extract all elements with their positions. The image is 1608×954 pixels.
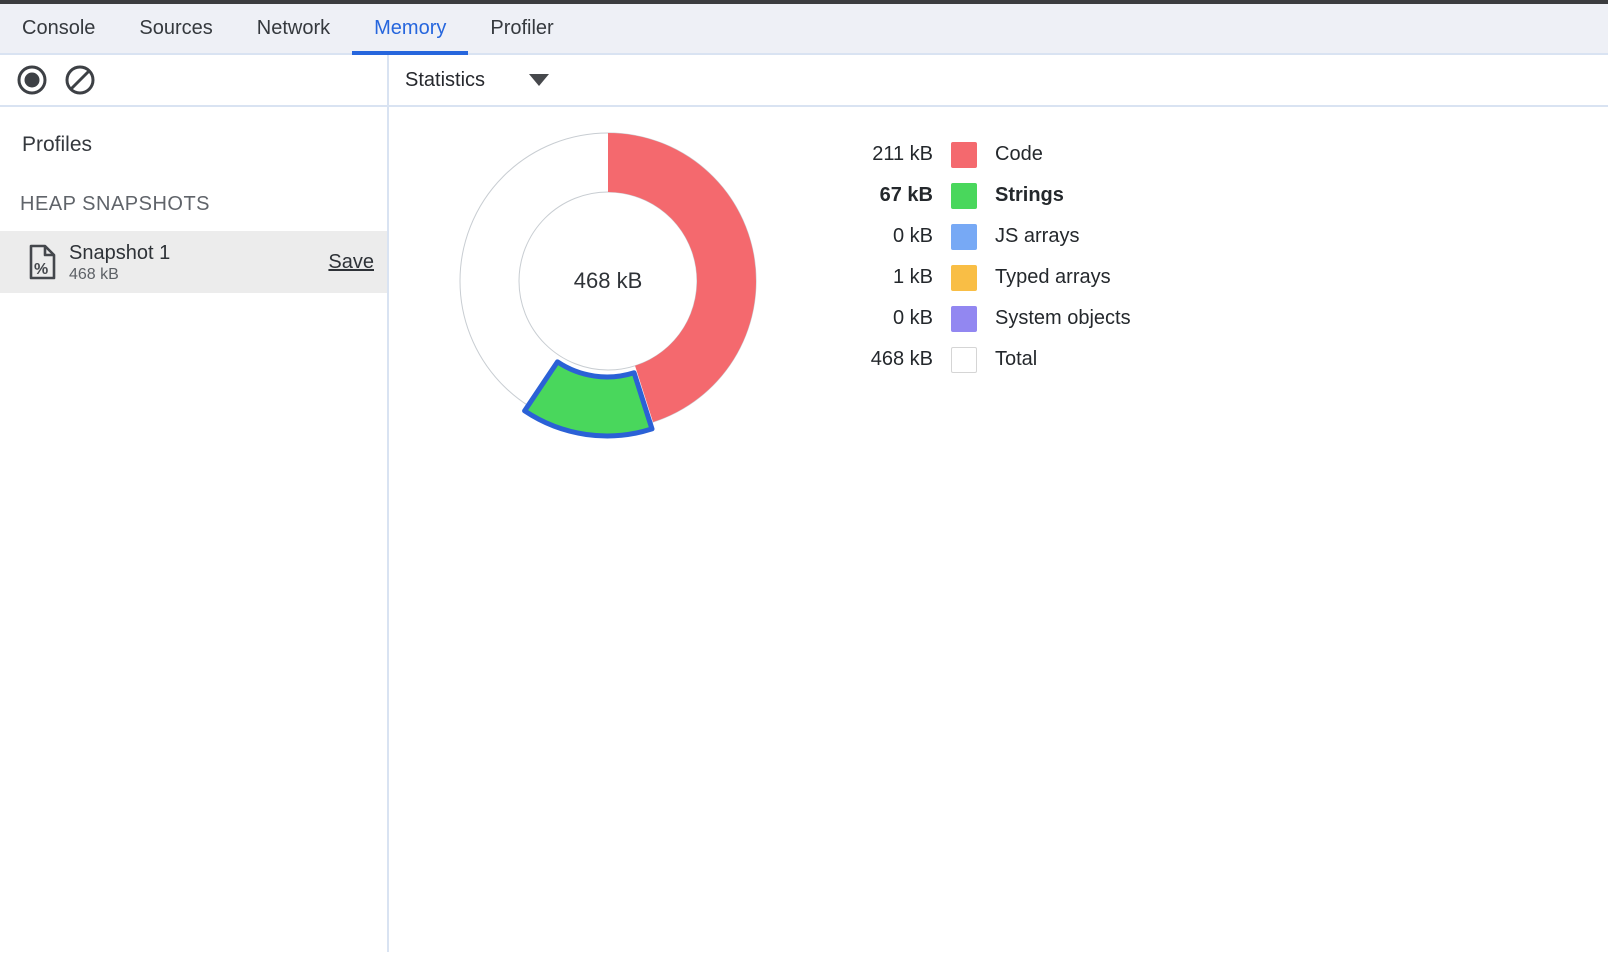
legend-swatch-code [951,142,977,168]
tab-network[interactable]: Network [235,4,352,53]
legend-label-total: Total [995,348,1037,371]
legend-value-system-objects: 0 kB [853,307,933,330]
perspective-select[interactable]: Statistics [405,69,549,92]
statistics-panel: 468 kB 211 kB Code 67 kB Strings 0 kB JS arra… [389,107,1608,952]
legend-label-typed-arrays: Typed arrays [995,266,1111,289]
sidebar: Profiles HEAP SNAPSHOTS % Snapshot 1 468… [0,107,389,952]
legend-value-total: 468 kB [853,348,933,371]
devtools-tab-bar: Console Sources Network Memory Profiler [0,4,1608,55]
legend-row-typed-arrays[interactable]: 1 kB Typed arrays [853,257,1131,298]
legend-label-code: Code [995,143,1043,166]
legend-value-code: 211 kB [853,143,933,166]
legend-label-strings: Strings [995,184,1064,207]
snapshot-title: Snapshot 1 [69,241,170,265]
tab-profiler[interactable]: Profiler [468,4,575,53]
legend-value-typed-arrays: 1 kB [853,266,933,289]
donut-center-total: 468 kB [574,268,643,293]
pie-slice-strings[interactable] [525,362,652,436]
legend-row-code[interactable]: 211 kB Code [853,134,1131,175]
view-toolbar: Statistics [389,55,1608,105]
legend-row-total[interactable]: 468 kB Total [853,339,1131,380]
clear-icon [63,63,97,97]
legend-swatch-typed-arrays [951,265,977,291]
legend-swatch-js-arrays [951,224,977,250]
heap-snapshots-section-heading: HEAP SNAPSHOTS [20,193,387,216]
heap-snapshot-file-icon: % [27,243,57,281]
snapshot-size: 468 kB [69,265,170,284]
tab-console[interactable]: Console [0,4,117,53]
perspective-select-value: Statistics [405,69,485,92]
heap-statistics-donut-chart: 468 kB [443,116,773,446]
legend-swatch-strings [951,183,977,209]
save-snapshot-link[interactable]: Save [328,251,374,274]
legend-value-js-arrays: 0 kB [853,225,933,248]
legend-swatch-total [951,347,977,373]
chart-legend: 211 kB Code 67 kB Strings 0 kB JS arrays 1 kB T… [853,134,1131,380]
legend-swatch-system-objects [951,306,977,332]
legend-label-js-arrays: JS arrays [995,225,1079,248]
legend-row-system-objects[interactable]: 0 kB System objects [853,298,1131,339]
tab-sources[interactable]: Sources [117,4,234,53]
legend-row-strings[interactable]: 67 kB Strings [853,175,1131,216]
chevron-down-icon [529,74,549,86]
legend-label-system-objects: System objects [995,307,1131,330]
legend-value-strings: 67 kB [853,184,933,207]
legend-row-js-arrays[interactable]: 0 kB JS arrays [853,216,1131,257]
record-heap-snapshot-button[interactable] [15,63,49,97]
record-icon [15,63,49,97]
svg-text:%: % [34,261,48,278]
profiles-heading: Profiles [22,133,387,157]
profiles-toolbar [0,55,389,105]
clear-profiles-button[interactable] [63,63,97,97]
sidebar-item-snapshot-1[interactable]: % Snapshot 1 468 kB Save [0,231,387,293]
content: Profiles HEAP SNAPSHOTS % Snapshot 1 468… [0,107,1608,952]
tab-memory[interactable]: Memory [352,4,468,53]
toolbar: Statistics [0,55,1608,107]
